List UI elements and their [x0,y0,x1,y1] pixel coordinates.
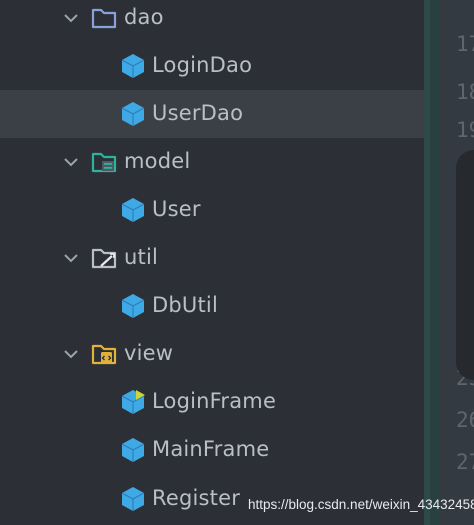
tree-item-label: MainFrame [152,437,270,461]
line-number: 18 [456,80,474,104]
tree-item-label: LoginDao [152,53,253,77]
tree-item-label: DbUtil [152,293,218,317]
tree-item-label: Register [152,486,241,510]
tree-folder-view[interactable]: view [0,330,424,378]
tree-item-label: dao [124,5,164,29]
line-number: 26 [456,408,474,432]
interface-icon [121,102,145,126]
util-folder-icon [91,248,117,269]
tree-item-label: LoginFrame [152,389,277,413]
class-icon [121,438,145,462]
chevron-down-icon[interactable] [61,8,81,28]
chevron-down-icon[interactable] [61,152,81,172]
tree-file-user[interactable]: User [0,186,424,234]
project-tree-panel: dao LoginDao UserDao model User util DbU… [0,0,424,525]
tree-folder-dao[interactable]: dao [0,0,424,42]
model-folder-icon [91,152,117,173]
line-number: 17 [456,32,474,56]
line-number: 19 [456,118,474,142]
tree-file-logindao[interactable]: LoginDao [0,42,424,90]
tree-item-label: model [124,149,191,173]
class-icon [121,198,145,222]
tree-item-label: User [152,197,201,221]
tree-file-dbutil[interactable]: DbUtil [0,282,424,330]
chevron-down-icon[interactable] [61,344,81,364]
tree-file-mainframe[interactable]: MainFrame [0,426,424,474]
tree-item-label: util [124,245,159,269]
tree-folder-util[interactable]: util [0,234,424,282]
tree-item-label: UserDao [152,101,244,125]
panel-edge [430,0,440,525]
chevron-down-icon[interactable] [61,248,81,268]
tree-folder-model[interactable]: model [0,138,424,186]
class-icon [121,294,145,318]
class-icon [121,487,145,511]
tree-item-label: view [124,341,174,365]
interface-icon [121,54,145,78]
line-number: 27 [456,450,474,474]
package-folder-icon [91,8,117,29]
scroll-overlay [456,150,474,380]
tree-file-userdao[interactable]: UserDao [0,90,424,138]
view-folder-icon [91,344,117,365]
watermark-text: https://blog.csdn.net/weixin_43432458 [248,497,474,512]
runnable-class-icon [121,390,145,414]
tree-file-loginframe[interactable]: LoginFrame [0,378,424,426]
